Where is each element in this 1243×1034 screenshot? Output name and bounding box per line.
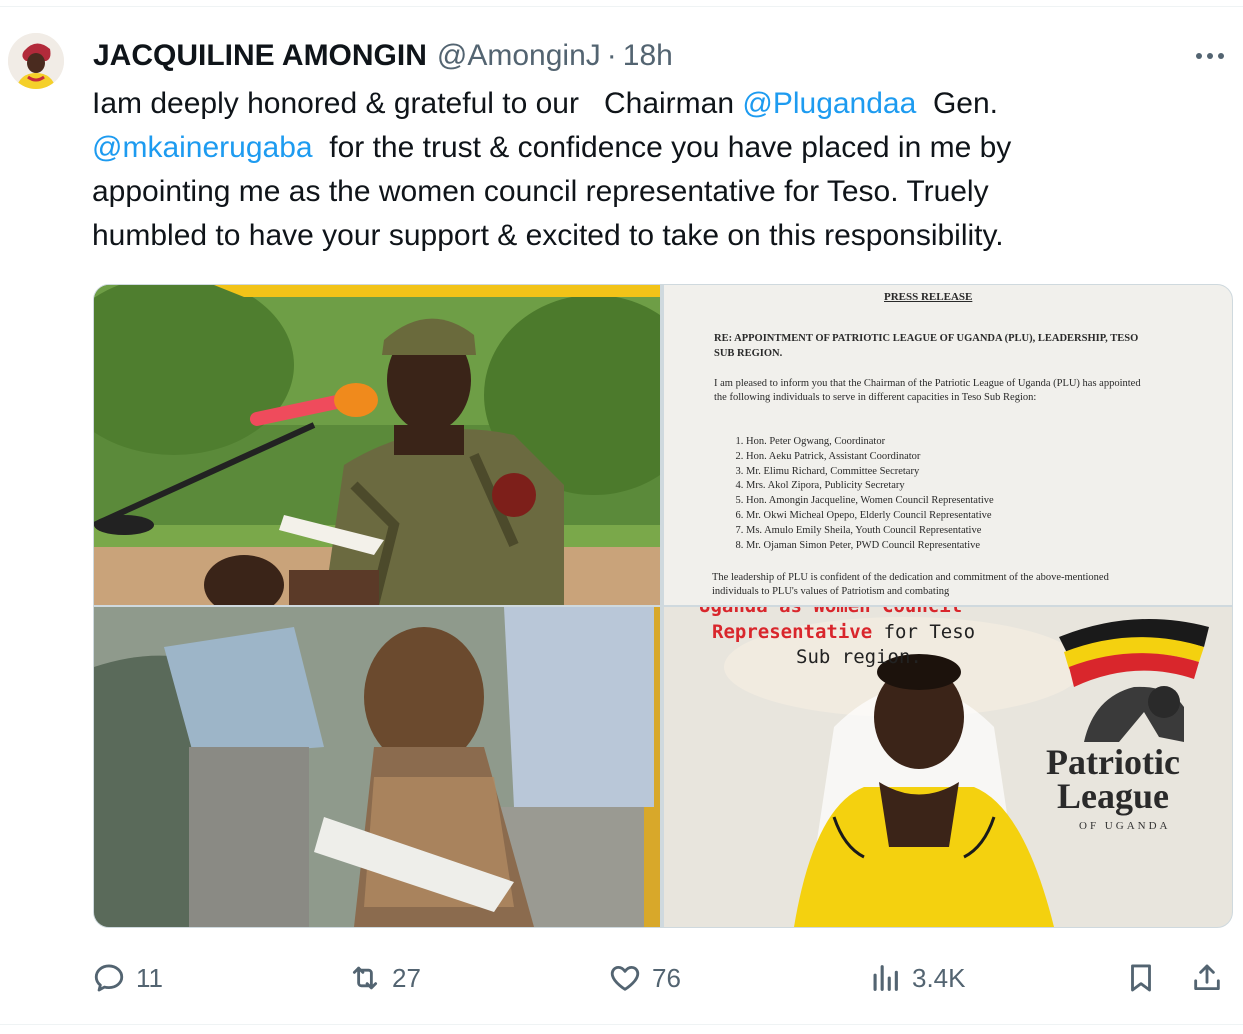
repost-button[interactable]: 27 (348, 954, 421, 1002)
tweet-header: JACQUILINE AMONGIN @AmonginJ · 18h (93, 38, 673, 74)
photo-poster[interactable]: Uganda as Women Council Representative f… (664, 607, 1232, 927)
appointee-list: Hon. Peter Ogwang, CoordinatorHon. Aeku … (716, 435, 994, 553)
mention-link[interactable]: @mkainerugaba (92, 131, 313, 164)
tweet-text-line: @mkainerugaba for the trust & confidence… (92, 126, 1212, 170)
views-chart-icon (873, 965, 898, 991)
repost-count: 27 (392, 962, 421, 993)
tweet-text: Iam deeply honored & grateful to our Cha… (92, 82, 1212, 258)
tweet-text-segment: humbled to have your support & excited t… (92, 219, 1004, 252)
press-intro: I am pleased to inform you that the Chai… (714, 378, 1141, 403)
media-grid: PRESS RELEASE RE: APPOINTMENT OF PATRIOT… (93, 284, 1233, 928)
bottom-divider (0, 1024, 1243, 1025)
plu-brand-line2: League (1056, 776, 1169, 816)
appointee-item: Mr. Okwi Micheal Opepo, Elderly Council … (746, 509, 994, 524)
tweet-text-segment: Iam deeply honored & grateful to our Cha… (92, 87, 743, 120)
reply-button[interactable]: 11 (92, 954, 163, 1002)
bookmark-button[interactable] (1124, 954, 1158, 1002)
press-closing: The leadership of PLU is confident of th… (712, 572, 1109, 597)
appointee-item: Mrs. Akol Zipora, Publicity Secretary (746, 479, 994, 494)
separator-dot: · (606, 39, 617, 72)
top-divider (0, 0, 1243, 7)
poster-text-line1: Uganda as Women Council (699, 607, 962, 617)
poster-text-line2: Representative for Teso (712, 621, 975, 643)
appointee-item: Ms. Amulo Emily Sheila, Youth Council Re… (746, 524, 994, 539)
bookmark-icon (1131, 964, 1151, 992)
poster-line2-rest: for Teso (872, 621, 976, 643)
tweet-text-segment: appointing me as the women council repre… (92, 175, 989, 208)
tweet-text-segment: Gen. (916, 87, 999, 120)
appointee-item: Hon. Peter Ogwang, Coordinator (746, 435, 994, 450)
author-handle[interactable]: @AmonginJ (437, 39, 601, 73)
heart-icon (610, 965, 640, 991)
action-bar: 11 27 76 3.4K (0, 950, 1243, 1006)
tweet-text-line: Iam deeply honored & grateful to our Cha… (92, 82, 1212, 126)
appointee-item: Mr. Ojaman Simon Peter, PWD Council Repr… (746, 539, 994, 554)
tweet-text-line: appointing me as the women council repre… (92, 170, 1212, 214)
plu-brand-line1: Patriotic (1046, 742, 1180, 782)
poster-highlight: Representative (712, 621, 873, 643)
photo-press-release[interactable]: PRESS RELEASE RE: APPOINTMENT OF PATRIOT… (664, 285, 1232, 605)
share-button[interactable] (1190, 954, 1224, 1002)
appointee-item: Mr. Elimu Richard, Committee Secretary (746, 465, 994, 480)
plu-logo-subtitle: OF UGANDA (1079, 820, 1171, 832)
tweet-text-line: humbled to have your support & excited t… (92, 214, 1212, 258)
views-button[interactable]: 3.4K (868, 954, 966, 1002)
photo-ceremony[interactable] (94, 607, 660, 927)
view-count: 3.4K (912, 962, 966, 993)
reply-icon (94, 964, 124, 992)
avatar[interactable] (8, 33, 64, 89)
mention-link[interactable]: @Plugandaa (742, 87, 916, 120)
press-subject: RE: APPOINTMENT OF PATRIOTIC LEAGUE OF U… (714, 333, 1139, 359)
press-title: PRESS RELEASE (884, 291, 973, 303)
timestamp[interactable]: 18h (623, 39, 673, 73)
author-name[interactable]: JACQUILINE AMONGIN (93, 39, 427, 73)
appointee-item: Hon. Amongin Jacqueline, Women Council R… (746, 494, 994, 509)
reply-count: 11 (136, 962, 163, 993)
plu-logo-text: Patriotic League (1046, 742, 1180, 816)
share-icon (1194, 964, 1220, 991)
poster-text-line3: Sub region. (796, 646, 922, 668)
appointee-item: Hon. Aeku Patrick, Assistant Coordinator (746, 450, 994, 465)
tweet-text-segment: for the trust & confidence you have plac… (312, 131, 1012, 164)
more-options-icon[interactable] (1190, 40, 1230, 72)
like-count: 76 (652, 962, 681, 993)
photo-officer-speaking[interactable] (94, 285, 660, 605)
like-button[interactable]: 76 (608, 954, 681, 1002)
repost-icon (352, 966, 378, 990)
